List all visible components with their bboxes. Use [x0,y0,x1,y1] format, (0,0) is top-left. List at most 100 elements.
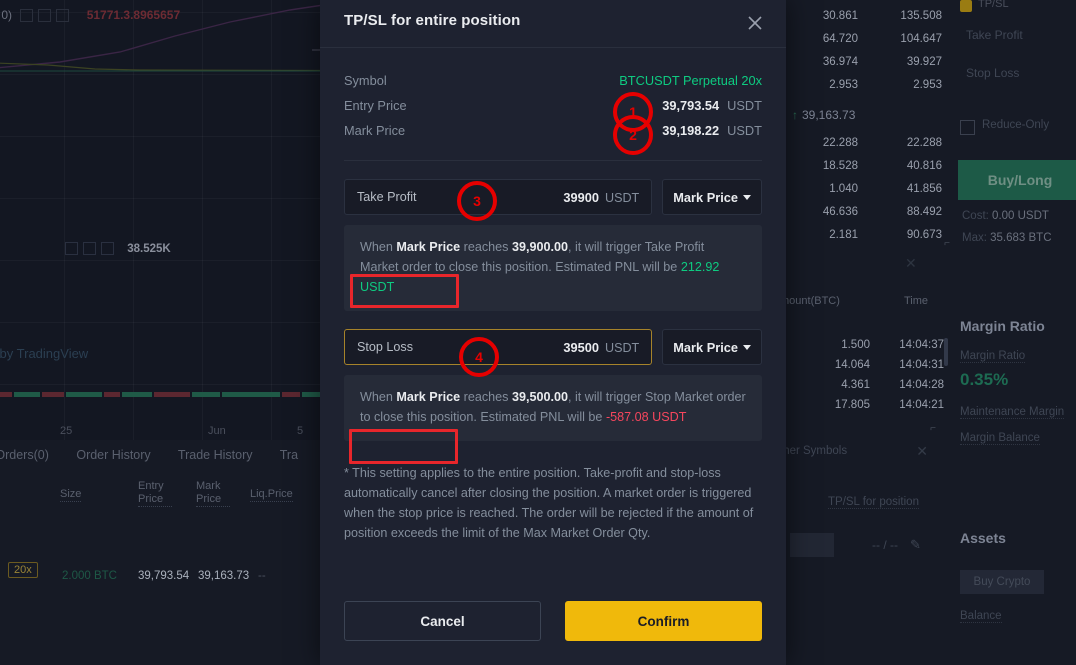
bid-amount: 1.040 [829,183,858,195]
ask-amount: 2.953 [829,79,858,91]
assets-title: Assets [960,530,1006,546]
trade-time: 14:04:28 [899,379,944,391]
col-time: Time [903,295,928,307]
tpsl-value: -- / -- [872,538,898,552]
entry-price-label: Entry Price [344,98,407,113]
time-tick: Jun [208,425,226,437]
close-icon[interactable] [742,10,768,36]
position-size: 2.000 BTC [62,570,117,582]
pencil-icon[interactable]: ✎ [910,537,921,553]
take-profit-field[interactable]: Take Profit [958,22,1074,48]
divider [344,160,762,161]
tp-note-trigger: Mark Price [396,240,461,254]
stop-loss-field[interactable]: Stop Loss [958,60,1074,86]
symbol-label: Symbol [344,73,387,88]
ask-amount: 30.861 [822,10,858,22]
buy-crypto-button[interactable]: Buy Crypto [960,570,1044,594]
close-icon[interactable]: ✕ [916,443,928,460]
tab-transaction[interactable]: Tra [280,448,298,462]
confirm-button[interactable]: Confirm [565,601,762,641]
resize-handle[interactable]: ⌐ [930,423,936,434]
modal-disclaimer: * This setting applies to the entire pos… [344,466,754,540]
cost-label: Cost: [962,210,989,222]
cancel-button[interactable]: Cancel [344,601,541,641]
trade-amount: 14.064 [834,359,870,371]
tp-note-price: 39,900.00 [511,240,568,254]
tpsl-checkbox-label: TP/SL [978,0,1009,10]
sl-estimated-pnl: -587.08 USDT [605,410,687,424]
take-profit-value: 39900 [563,189,599,205]
info-row-symbol: Symbol BTCUSDT Perpetual 20x [344,68,762,93]
ask-total: 135.508 [900,10,942,22]
take-profit-input[interactable]: Take Profit 39900 USDT [344,179,653,215]
mark-price-unit: USDT [727,123,762,138]
tab-trade-history[interactable]: Trade History [178,448,253,462]
cost-row: Cost: 0.00 USDT [962,210,1049,222]
trade-amount: 4.361 [841,379,870,391]
tab-order-history[interactable]: Order History [76,448,150,462]
trades-scrollbar[interactable] [944,338,948,366]
chart-volume-strip [0,392,320,397]
order-action-chip[interactable] [790,533,834,557]
chevron-down-icon [743,194,751,200]
take-profit-unit: USDT [604,190,640,205]
info-row-entry-price: Entry Price 39,793.54 USDT [344,93,762,118]
chart-volume-buttons[interactable] [60,242,114,255]
max-value: 35.683 BTC [990,232,1052,244]
stop-loss-input[interactable]: Stop Loss 39500 USDT [344,329,653,365]
order-entry-panel[interactable]: TP/SL Take Profit Stop Loss Reduce-Only … [952,0,1076,250]
ask-amount: 64.720 [822,33,858,45]
ask-total: 39.927 [906,56,942,68]
chart-legend-label: e, 0) [0,8,13,22]
take-profit-note: When Mark Price reaches 39,900.00, it wi… [344,225,762,311]
col-liq-price: Liq.Price [250,488,293,502]
orderbook-panel[interactable]: 30.861 135.508 64.720 104.647 36.974 39.… [786,0,950,250]
reduce-only-checkbox[interactable] [960,120,975,135]
max-label: Max: [962,232,987,244]
modal-actions: Cancel Confirm [320,575,786,665]
position-entry-price: 39,793.54 [138,570,190,582]
stop-loss-trigger-select[interactable]: Mark Price [662,329,762,365]
other-symbols-label[interactable]: ther Symbols [780,445,847,457]
position-info: Symbol BTCUSDT Perpetual 20x Entry Price… [344,68,762,143]
sl-note-prefix: When [360,390,397,404]
entry-price-unit: USDT [727,98,762,113]
col-entry-price: Entry Price [138,480,172,507]
cost-value: 0.00 USDT [992,210,1049,222]
resize-handle[interactable]: ⌐ [944,238,950,249]
chart-price-label: 38.525K [60,242,171,255]
time-tick: 5 [297,425,304,437]
positions-tabs[interactable]: en Orders(0) Order History Trade History… [0,448,322,462]
stop-loss-trigger-value: Mark Price [673,339,738,355]
panel-close-icon[interactable]: ✕ [905,255,917,272]
trade-amount: 17.805 [834,399,870,411]
max-row: Max: 35.683 BTC [962,232,1052,244]
tp-note-mid: reaches [460,240,512,254]
price-chart-panel[interactable]: e, 0) 51771.3.8965657 38.525K rt by Trad… [0,0,320,455]
chart-legend-value: 51771.3.8965657 [86,8,181,22]
bid-total: 41.856 [906,183,942,195]
bid-total: 22.288 [906,137,942,149]
symbol-value: BTCUSDT Perpetual 20x [619,73,762,88]
col-amount: mount(BTC) [780,295,840,307]
chart-mini-buttons[interactable] [15,8,70,23]
take-profit-trigger-select[interactable]: Mark Price [662,179,762,215]
buy-long-button[interactable]: Buy/Long [958,160,1076,200]
tab-open-orders[interactable]: en Orders(0) [0,448,49,462]
tpsl-checkbox[interactable] [960,0,972,12]
stop-loss-row: Stop Loss 39500 USDT Mark Price [344,329,762,365]
bid-amount: 2.181 [829,229,858,241]
take-profit-row: Take Profit 39900 USDT Mark Price [344,179,762,215]
tpsl-for-position-link[interactable]: TP/SL for position [828,496,919,509]
tradingview-credit: rt by TradingView [0,346,89,361]
chevron-down-icon [743,344,751,350]
sl-note-mid: reaches [460,390,512,404]
bid-amount: 22.288 [822,137,858,149]
position-liq-price: -- [258,570,266,582]
assets-panel: Assets Buy Crypto Balance [960,530,1076,624]
bid-total: 90.673 [906,229,942,241]
stop-loss-value: 39500 [563,339,599,355]
chart-price-value: 38.525K [127,242,171,255]
leverage-badge[interactable]: 20x [8,562,38,578]
recent-trades-panel[interactable]: mount(BTC) Time 1.500 14:04:37 14.064 14… [780,295,950,470]
